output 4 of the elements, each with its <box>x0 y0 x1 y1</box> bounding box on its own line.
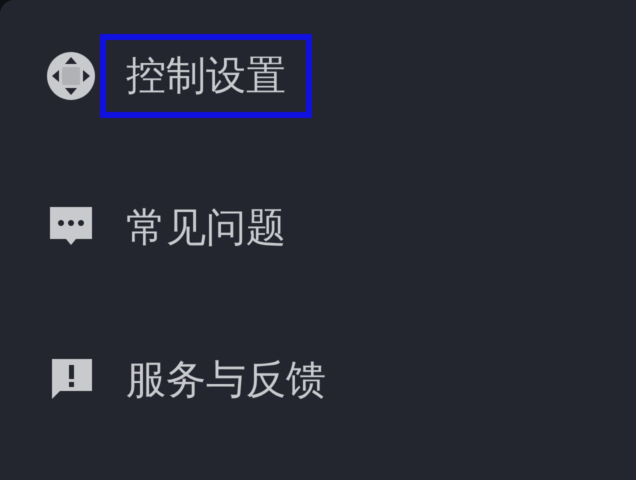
menu-item[interactable]: 常见问题 <box>100 186 312 270</box>
directional-pad-icon <box>46 51 96 101</box>
menu-item[interactable]: 控制设置 <box>100 34 312 118</box>
menu-item[interactable]: 服务与反馈 <box>100 338 352 422</box>
